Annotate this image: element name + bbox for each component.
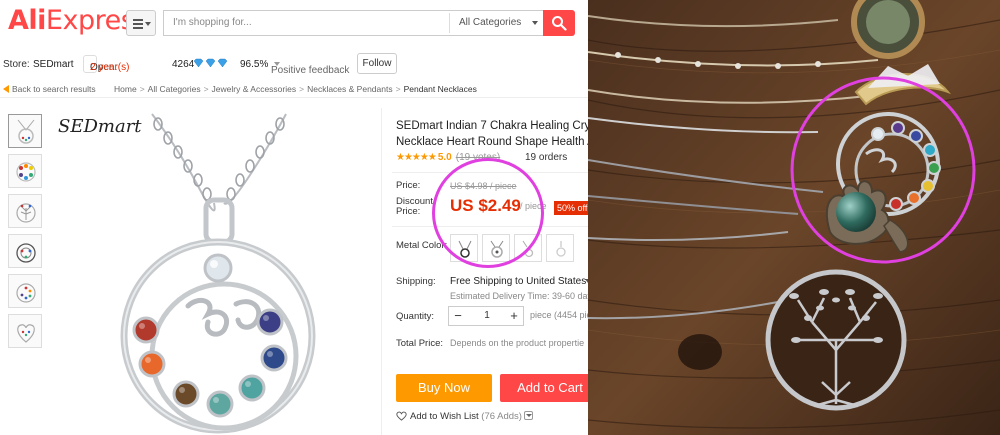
store-score: 4264 xyxy=(172,59,195,70)
brand-watermark: SEDmart xyxy=(58,116,142,137)
main-product-image[interactable]: SEDmart xyxy=(48,108,382,435)
thumbnail-strip xyxy=(8,114,44,354)
orders-count: 19 orders xyxy=(525,152,568,163)
rating-stars-icon: ★★★★★ xyxy=(396,152,437,163)
feedback-percent: 96.5% xyxy=(240,59,269,70)
total-price-note: Depends on the product propertie xyxy=(450,338,585,348)
product-title-line-1: SEDmart Indian 7 Chakra Healing Cryst xyxy=(396,120,588,132)
category-menu-button[interactable] xyxy=(126,10,156,36)
store-label: Store: xyxy=(3,59,30,70)
thumbnail-4[interactable] xyxy=(8,234,42,268)
search-input[interactable]: I'm shopping for... xyxy=(173,17,252,28)
open-years: 2 year(s) xyxy=(90,62,130,73)
total-price-label: Total Price: xyxy=(396,338,443,349)
chevron-down-icon xyxy=(532,21,538,25)
search-button[interactable] xyxy=(543,10,575,36)
color-swatch-3[interactable] xyxy=(514,234,542,262)
discount-price: US $2.49 xyxy=(450,196,521,215)
price-label: Price: xyxy=(396,180,421,191)
buy-now-button[interactable]: Buy Now xyxy=(396,374,492,402)
store-open-badge: Open: 2 year(s) xyxy=(83,55,129,73)
wishlist-count: (76 Adds) xyxy=(481,411,522,422)
color-swatch-4[interactable] xyxy=(546,234,574,262)
page: AliExpress I'm shopping for... All Categ… xyxy=(0,0,1000,435)
search-bar: I'm shopping for... All Categories xyxy=(163,10,544,36)
search-divider xyxy=(449,13,450,33)
back-arrow-icon xyxy=(3,85,9,93)
feedback-dropdown[interactable]: Positive feedback xyxy=(271,59,349,76)
back-label: Back to search results xyxy=(12,84,96,94)
category-select[interactable]: All Categories xyxy=(459,17,521,28)
divider xyxy=(392,226,588,227)
metal-color-label: Metal Color: xyxy=(396,240,448,251)
top-bar: AliExpress I'm shopping for... All Categ… xyxy=(0,0,588,46)
delivery-time: Estimated Delivery Time: 39-60 day xyxy=(450,291,588,301)
store-page: AliExpress I'm shopping for... All Categ… xyxy=(0,0,588,435)
divider xyxy=(392,172,588,173)
quantity-input[interactable]: 1 xyxy=(469,307,505,325)
diamond-rank-icon xyxy=(193,58,228,68)
shipping-label: Shipping: xyxy=(396,276,436,287)
store-info-bar: Store: SEDmart Open: 2 year(s) 4264 96.5… xyxy=(0,53,588,76)
customer-photo xyxy=(588,0,1000,435)
add-to-cart-button[interactable]: Add to Cart xyxy=(500,374,588,402)
wood-table-necklaces-photo xyxy=(588,0,1000,435)
search-icon xyxy=(552,16,567,31)
wishlist-label: Add to Wish List xyxy=(410,411,479,422)
breadcrumb-necklaces[interactable]: Necklaces & Pendants xyxy=(307,84,393,94)
heart-icon xyxy=(396,411,407,421)
discount-price-label-2: Price: xyxy=(396,206,421,217)
breadcrumb: Back to search results Home > All Categori… xyxy=(0,80,588,98)
rating-score: 5.0 xyxy=(437,152,452,163)
feedback-label: Positive feedback xyxy=(271,65,350,76)
product-info-panel: SEDmart Indian 7 Chakra Healing Cryst Ne… xyxy=(384,108,588,435)
product-title-line-2: Necklace Heart Round Shape Health An xyxy=(396,136,588,148)
chevron-down-icon[interactable] xyxy=(523,411,533,420)
discount-badge: 50% off xyxy=(554,201,588,215)
follow-button[interactable]: Follow xyxy=(357,53,397,74)
thumbnail-5[interactable] xyxy=(8,274,42,308)
menu-icon xyxy=(133,19,143,31)
breadcrumb-pendant-necklaces[interactable]: Pendant Necklaces xyxy=(404,84,477,94)
breadcrumb-home[interactable]: Home xyxy=(114,84,137,94)
per-piece-label: / piece xyxy=(520,201,547,211)
shipping-method[interactable]: Free Shipping to United States v xyxy=(450,276,588,287)
color-swatch-2[interactable] xyxy=(482,234,510,262)
rating-votes[interactable]: (19 votes) xyxy=(456,152,500,163)
logo-ali-text: Ali xyxy=(8,5,46,36)
thumbnail-2[interactable] xyxy=(8,154,42,188)
stock-available: piece (4454 pie xyxy=(530,310,588,320)
back-to-search-link[interactable]: Back to search results xyxy=(3,84,96,94)
thumbnail-6[interactable] xyxy=(8,314,42,348)
breadcrumb-jewelry[interactable]: Jewelry & Accessories xyxy=(212,84,297,94)
breadcrumb-trail: Home > All Categories > Jewelry & Accessorie… xyxy=(114,84,477,94)
thumbnail-1[interactable] xyxy=(8,114,42,148)
chakra-pendant-image xyxy=(120,113,316,434)
quantity-stepper: − 1 + xyxy=(448,306,524,326)
chevron-down-icon xyxy=(145,22,151,26)
color-swatch-1[interactable] xyxy=(450,234,478,262)
quantity-label: Quantity: xyxy=(396,311,435,322)
store-name[interactable]: SEDmart xyxy=(33,59,74,70)
original-price: US $4.98 / piece xyxy=(450,181,517,191)
breadcrumb-all-categories[interactable]: All Categories xyxy=(148,84,201,94)
product-title: SEDmart Indian 7 Chakra Healing Cryst Ne… xyxy=(396,118,588,150)
rating-row: ★★★★★ 5.0 (19 votes) 19 orders xyxy=(396,152,567,163)
quantity-increase-button[interactable]: + xyxy=(505,307,523,325)
quantity-decrease-button[interactable]: − xyxy=(449,307,467,325)
add-to-wishlist-link[interactable]: Add to Wish List (76 Adds) xyxy=(396,411,533,422)
thumbnail-3[interactable] xyxy=(8,194,42,228)
